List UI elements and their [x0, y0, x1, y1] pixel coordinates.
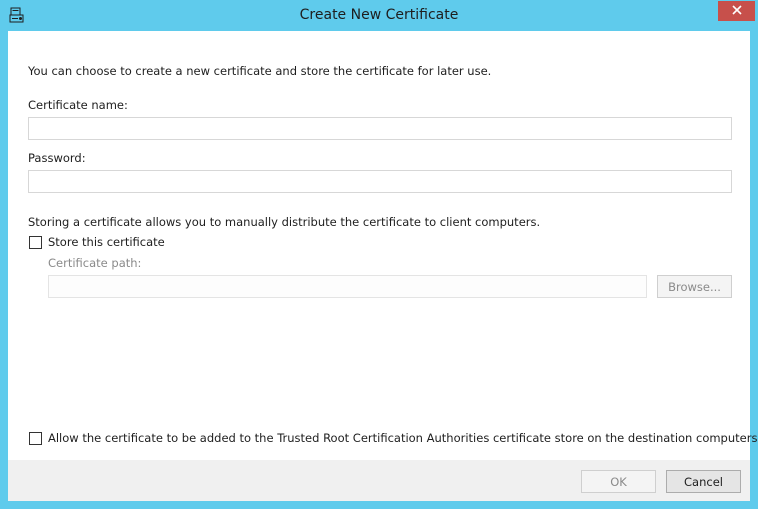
certificate-name-label: Certificate name: — [28, 98, 128, 112]
certificate-path-label: Certificate path: — [48, 256, 142, 270]
certificate-path-input[interactable] — [48, 275, 647, 298]
cancel-button[interactable]: Cancel — [666, 470, 741, 493]
intro-text: You can choose to create a new certifica… — [28, 64, 492, 78]
trusted-root-label: Allow the certificate to be added to the… — [48, 431, 758, 445]
ok-button[interactable]: OK — [581, 470, 656, 493]
store-certificate-option[interactable]: Store this certificate — [29, 235, 165, 249]
close-button[interactable] — [718, 1, 755, 21]
store-info-text: Storing a certificate allows you to manu… — [28, 215, 541, 229]
close-icon — [731, 4, 742, 18]
browse-button[interactable]: Browse... — [657, 275, 732, 298]
title-bar[interactable]: Create New Certificate — [0, 0, 758, 31]
store-certificate-checkbox[interactable] — [29, 235, 42, 249]
window-title: Create New Certificate — [299, 7, 459, 23]
trusted-root-checkbox[interactable] — [29, 431, 42, 445]
password-label: Password: — [28, 151, 86, 165]
trusted-root-option[interactable]: Allow the certificate to be added to the… — [29, 431, 757, 445]
store-certificate-label: Store this certificate — [48, 235, 165, 249]
password-input[interactable] — [28, 170, 732, 193]
certificate-name-input[interactable] — [28, 117, 732, 140]
